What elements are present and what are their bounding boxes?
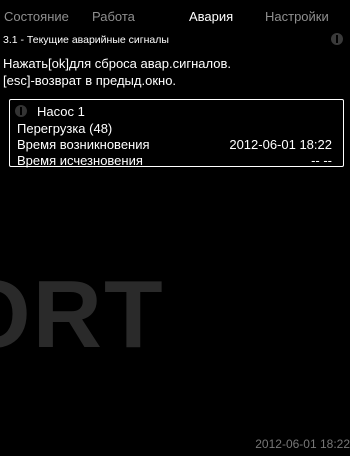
tab-operation[interactable]: Работа: [92, 9, 135, 24]
occurred-value: 2012-06-01 18:22: [229, 137, 332, 152]
tab-alarm[interactable]: Авария: [189, 9, 233, 24]
alarm-icon: [331, 33, 343, 45]
cleared-label: Время исчезновения: [17, 153, 143, 168]
occurred-label: Время возникновения: [17, 137, 150, 152]
tab-status[interactable]: Состояние: [4, 9, 69, 24]
cleared-value: -- --: [311, 153, 332, 168]
tab-bar: Состояние Работа Авария Настройки: [0, 0, 350, 28]
alarm-description: Перегрузка (48): [17, 121, 113, 136]
footer-clock: 2012-06-01 18:22: [255, 437, 350, 451]
screen-title: 3.1 - Текущие аварийные сигналы: [3, 34, 169, 46]
alarm-icon: [15, 105, 27, 117]
watermark-text: ORT: [0, 268, 165, 368]
watermark: ORT: [0, 268, 175, 368]
instruction-back: [esc]-возврат в предыд.окно.: [3, 73, 177, 88]
pump-name: Насос 1: [37, 104, 85, 119]
tab-settings[interactable]: Настройки: [265, 9, 329, 24]
instruction-reset: Нажать[ok]для сброса авар.сигналов.: [3, 56, 231, 71]
